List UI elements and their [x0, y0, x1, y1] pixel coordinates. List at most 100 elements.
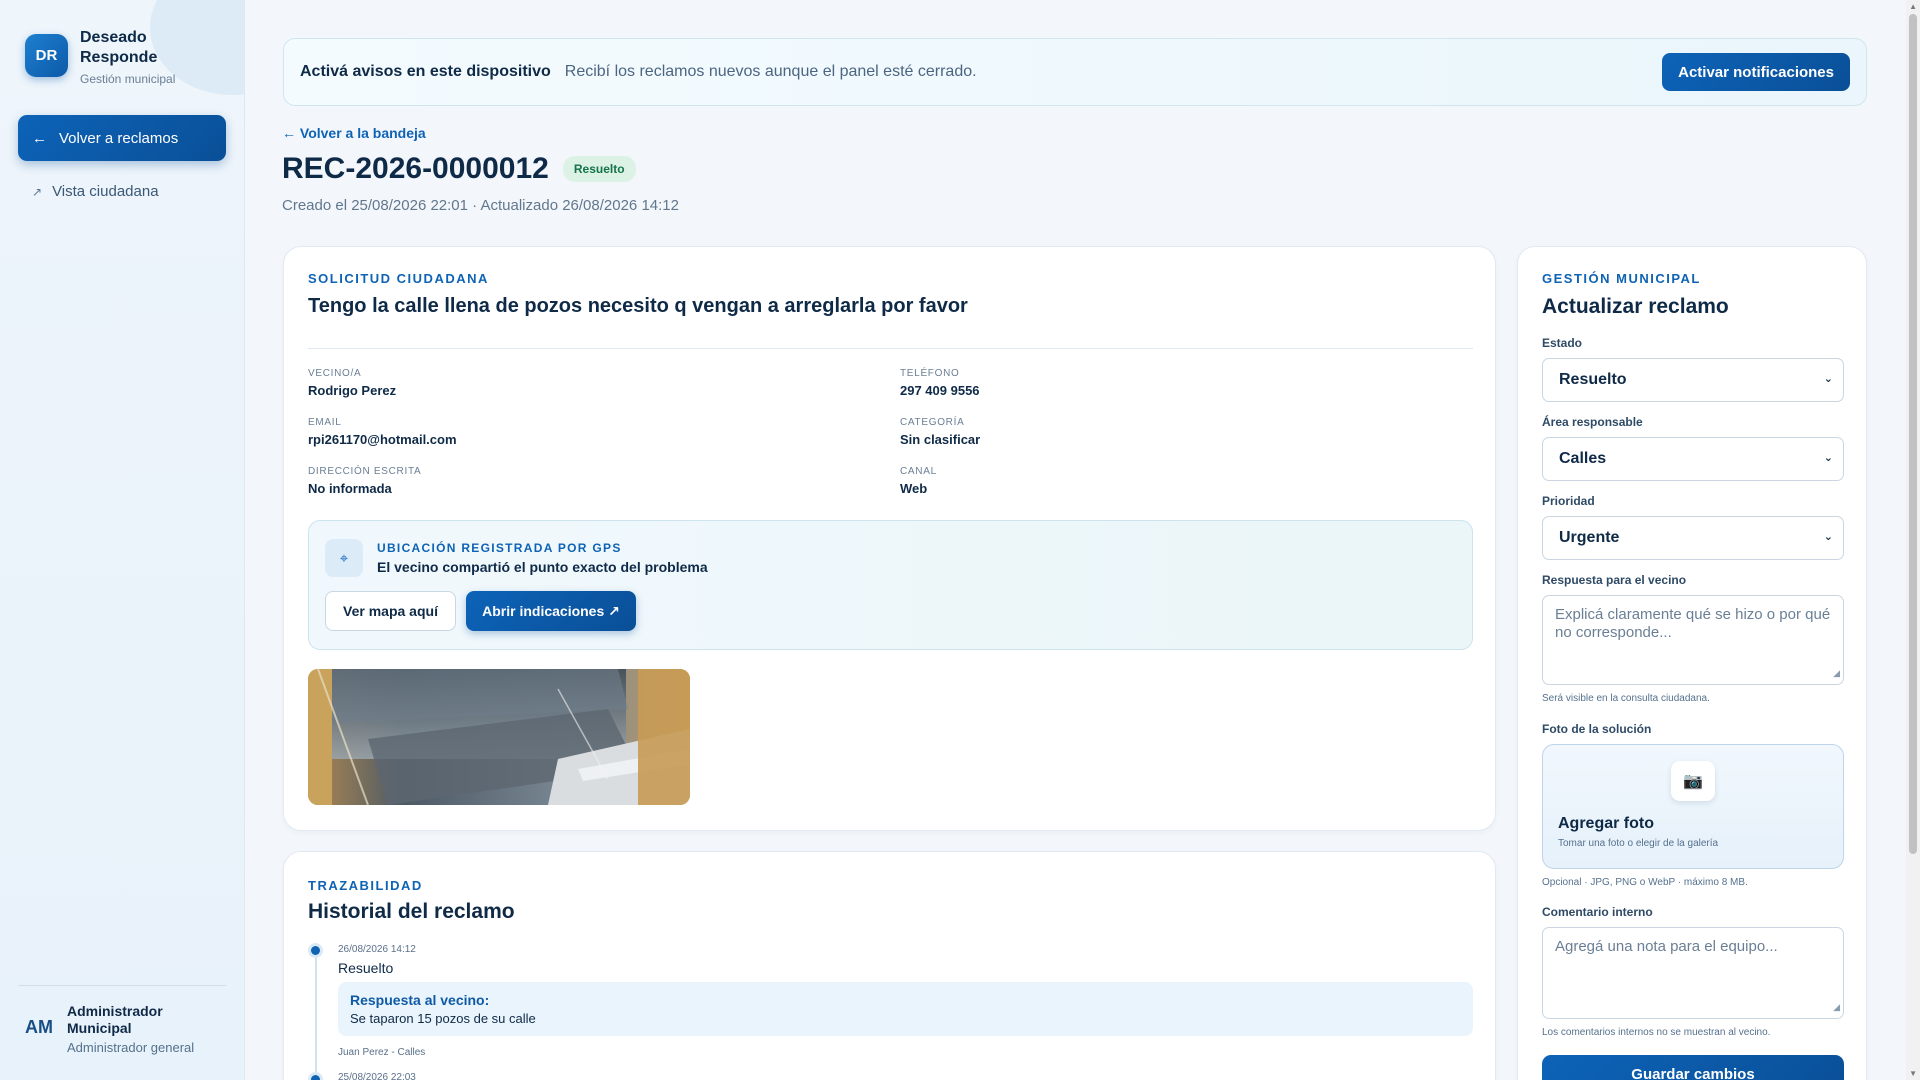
status-select[interactable]: Resuelto ⌄ — [1542, 358, 1844, 402]
notification-text: Recibí los reclamos nuevos aunque el pan… — [564, 63, 977, 80]
form-title: Actualizar reclamo — [1542, 295, 1729, 318]
area-label: Área responsable — [1542, 415, 1643, 429]
claim-photo-image — [308, 669, 690, 805]
scroll-up-icon[interactable]: ▲ — [1909, 2, 1917, 11]
reply-placeholder: Explicá claramente qué se hizo o por qué… — [1555, 606, 1831, 641]
chevron-down-icon: ⌄ — [1823, 373, 1833, 385]
citizen-view-link[interactable]: ↗ Vista ciudadana — [32, 183, 159, 200]
update-claim-form: GESTIÓN MUNICIPAL Actualizar reclamo Est… — [1517, 246, 1867, 1080]
enable-notifications-button[interactable]: Activar notificaciones — [1662, 53, 1850, 91]
brand: DR Deseado Responde Gestión municipal — [25, 28, 175, 86]
field-value: Rodrigo Perez — [308, 383, 397, 398]
back-to-claims-label: Volver a reclamos — [59, 129, 179, 147]
field-label: Teléfono — [900, 368, 960, 379]
reply-textarea[interactable]: Explicá claramente qué se hizo o por qué… — [1542, 595, 1844, 685]
gps-eyebrow: UBICACIÓN REGISTRADA POR GPS — [377, 541, 622, 555]
field-channel: Canal Web — [900, 466, 937, 496]
internal-comment-hint: Los comentarios internos no se muestran … — [1542, 1027, 1771, 1038]
history-card: TRAZABILIDAD Historial del reclamo 26/08… — [283, 851, 1496, 1080]
brand-subtitle: Gestión municipal — [80, 72, 176, 86]
field-label: Canal — [900, 466, 937, 477]
user-profile[interactable]: AM Administrador Municipal Administrador… — [25, 1003, 194, 1055]
internal-comment-placeholder: Agregá una nota para el equipo... — [1555, 938, 1778, 955]
status-badge: Resuelto — [562, 156, 636, 182]
reply-field-label: Respuesta para el vecino — [1542, 573, 1687, 587]
priority-label: Prioridad — [1542, 494, 1595, 508]
arrow-left-icon: ← — [32, 129, 47, 147]
field-value: No informada — [308, 481, 392, 496]
divider — [18, 985, 226, 986]
chevron-down-icon: ⌄ — [1823, 531, 1833, 543]
field-value: Sin clasificar — [900, 432, 981, 447]
field-email: Email rpi261170@hotmail.com — [308, 417, 457, 447]
user-name: Administrador Municipal — [67, 1003, 163, 1036]
user-role: Administrador general — [67, 1040, 195, 1055]
open-directions-button[interactable]: Abrir indicaciones ↗ — [466, 591, 636, 631]
back-to-claims-button[interactable]: ← Volver a reclamos — [18, 115, 226, 161]
timeline-date: 25/08/2026 22:03 — [338, 1072, 416, 1080]
page-title: REC-2026-0000012 Resuelto — [282, 152, 636, 186]
form-eyebrow: GESTIÓN MUNICIPAL — [1542, 271, 1701, 286]
area-select[interactable]: Calles ⌄ — [1542, 437, 1844, 481]
field-value: rpi261170@hotmail.com — [308, 432, 457, 447]
gps-text: El vecino compartió el punto exacto del … — [377, 559, 708, 575]
history-title: Historial del reclamo — [308, 900, 515, 923]
claim-meta: Creado el 25/08/2026 22:01 · Actualizado… — [282, 197, 679, 214]
field-label: Vecino/a — [308, 368, 362, 379]
photo-hint: Opcional · JPG, PNG o WebP · máximo 8 MB… — [1542, 877, 1748, 888]
reply-label: Respuesta al vecino: — [350, 992, 490, 1008]
brand-name: Deseado Responde — [80, 29, 158, 66]
field-phone: Teléfono 297 409 9556 — [900, 368, 980, 398]
request-eyebrow: SOLICITUD CIUDADANA — [308, 271, 489, 286]
request-card: SOLICITUD CIUDADANA Tengo la calle llena… — [283, 246, 1496, 831]
scrollbar[interactable]: ▲ ▼ — [1906, 0, 1920, 1080]
brand-logo: DR — [25, 34, 68, 77]
request-title: Tengo la calle llena de pozos necesito q… — [308, 295, 968, 317]
notification-title: Activá avisos en este dispositivo — [300, 63, 551, 80]
sidebar: DR Deseado Responde Gestión municipal ← … — [0, 0, 245, 1080]
add-photo-dropzone[interactable]: 📷 Agregar foto Tomar una foto o elegir d… — [1542, 744, 1844, 869]
notification-banner: Activá avisos en este dispositivo Recibí… — [283, 38, 1867, 106]
timeline-author: Juan Perez - Calles — [338, 1047, 426, 1058]
back-to-inbox-link[interactable]: ← Volver a la bandeja — [282, 125, 426, 141]
gps-location-box: ⌖ UBICACIÓN REGISTRADA POR GPS El vecino… — [308, 520, 1473, 650]
reply-text: Se taparon 15 pozos de su calle — [350, 1011, 536, 1026]
claim-photo[interactable] — [308, 669, 690, 805]
priority-select-value: Urgente — [1559, 529, 1620, 546]
internal-comment-textarea[interactable]: Agregá una nota para el equipo... ◢ — [1542, 927, 1844, 1019]
status-select-value: Resuelto — [1559, 371, 1627, 388]
avatar: AM — [25, 1017, 53, 1037]
field-value: 297 409 9556 — [900, 383, 980, 398]
add-photo-title: Agregar foto — [1558, 815, 1654, 832]
scrollbar-thumb[interactable] — [1909, 14, 1917, 854]
reply-hint: Será visible en la consulta ciudadana. — [1542, 693, 1710, 704]
claim-id: REC-2026-0000012 — [282, 152, 549, 185]
internal-comment-label: Comentario interno — [1542, 905, 1653, 919]
add-photo-subtitle: Tomar una foto o elegir de la galería — [1558, 838, 1719, 849]
citizen-view-label: Vista ciudadana — [52, 183, 159, 200]
field-category: Categoría Sin clasificar — [900, 417, 980, 447]
field-neighbor: Vecino/a Rodrigo Perez — [308, 368, 396, 398]
field-label: Categoría — [900, 417, 965, 428]
timeline-line — [315, 952, 317, 1080]
timeline-date: 26/08/2026 14:12 — [338, 944, 416, 955]
status-label: Estado — [1542, 336, 1583, 350]
external-link-icon: ↗ — [32, 184, 43, 199]
view-map-button[interactable]: Ver mapa aquí — [325, 591, 456, 631]
photo-label: Foto de la solución — [1542, 722, 1652, 736]
area-select-value: Calles — [1559, 450, 1607, 467]
resize-handle-icon[interactable]: ◢ — [1833, 998, 1840, 1016]
camera-icon: 📷 — [1671, 761, 1715, 801]
history-eyebrow: TRAZABILIDAD — [308, 878, 423, 893]
reply-box: Respuesta al vecino: Se taparon 15 pozos… — [338, 982, 1473, 1036]
priority-select[interactable]: Urgente ⌄ — [1542, 516, 1844, 560]
scroll-down-icon[interactable]: ▼ — [1909, 1069, 1917, 1078]
timeline-status: Resuelto — [338, 960, 394, 976]
timeline-dot — [311, 946, 320, 955]
location-pin-icon: ⌖ — [325, 539, 363, 577]
save-changes-button[interactable]: Guardar cambios — [1542, 1055, 1844, 1080]
divider — [308, 348, 1473, 349]
resize-handle-icon[interactable]: ◢ — [1833, 664, 1840, 682]
field-label: Dirección escrita — [308, 466, 422, 477]
chevron-down-icon: ⌄ — [1823, 452, 1833, 464]
